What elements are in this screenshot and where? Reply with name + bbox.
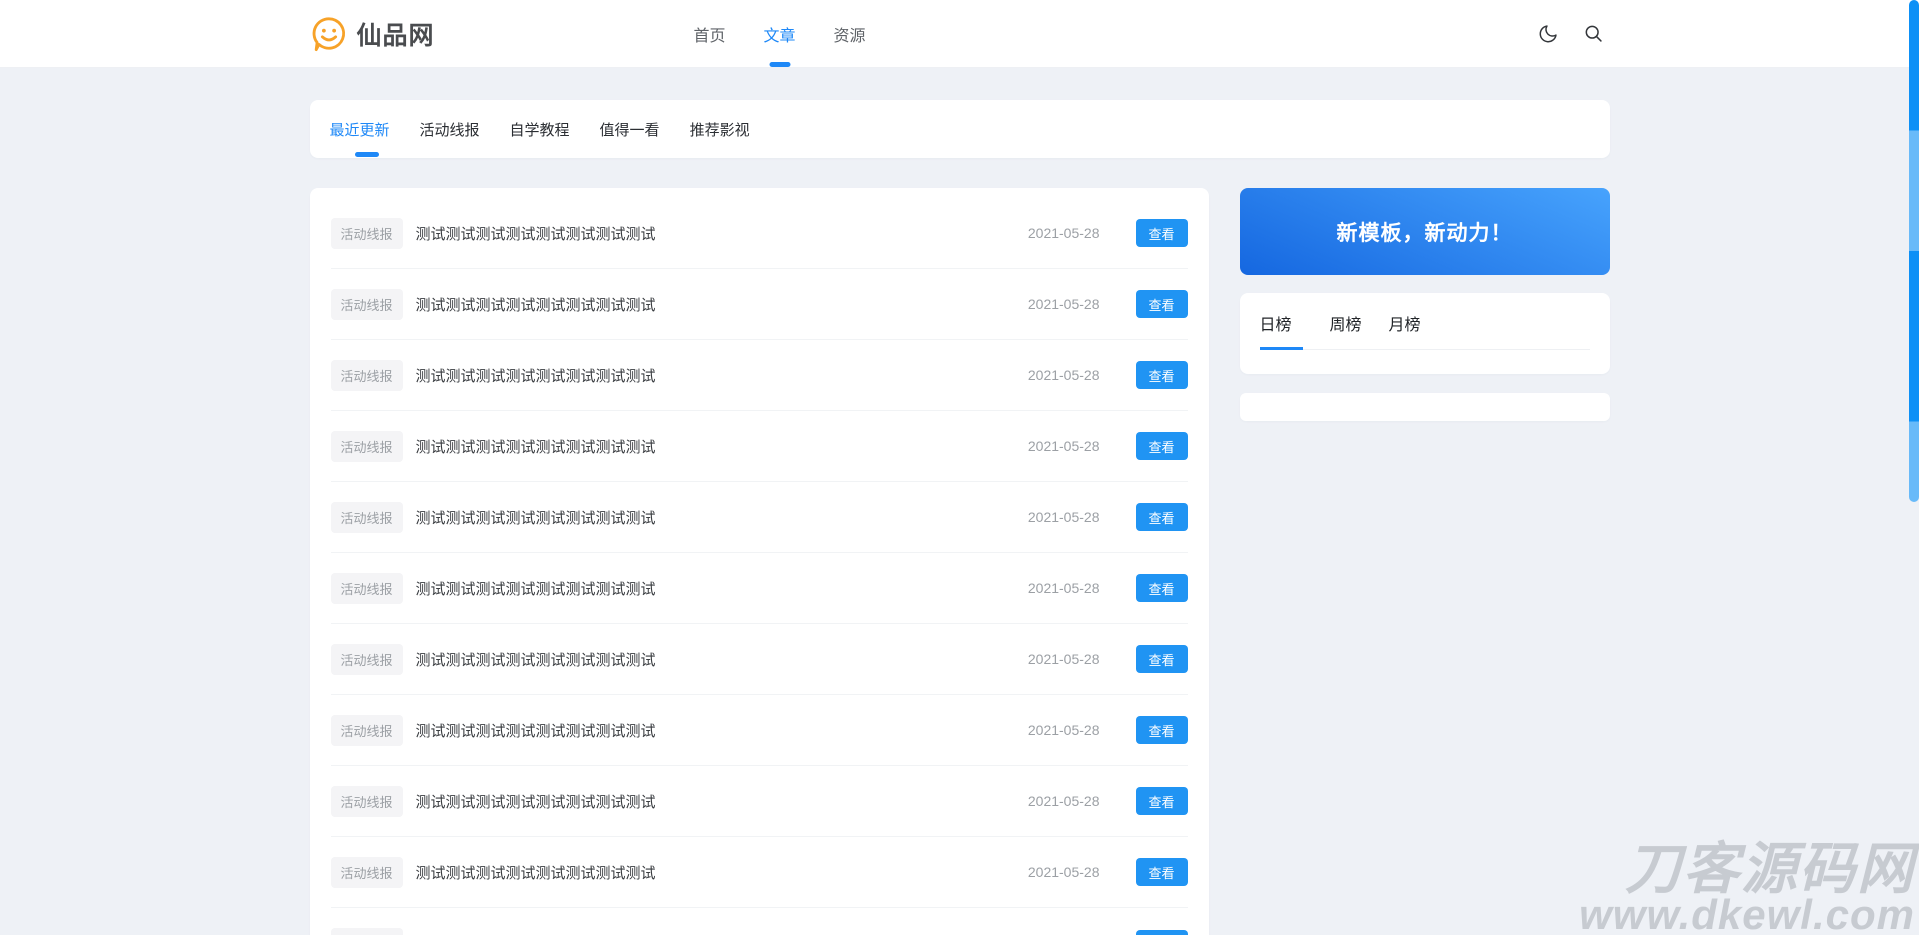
article-date: 2021-05-28 bbox=[1028, 651, 1100, 667]
empty-placeholder-card bbox=[1240, 393, 1610, 421]
view-button[interactable]: 查看 bbox=[1136, 858, 1188, 886]
article-title-link[interactable]: 测试测试测试测试测试测试测试测试 bbox=[416, 578, 1028, 599]
article-title-link[interactable]: 测试测试测试测试测试测试测试测试 bbox=[416, 436, 1028, 457]
site-watermark: 刀客源码网 www.dkewl.com bbox=[1579, 842, 1915, 935]
nav-item-articles[interactable]: 文章 bbox=[745, 0, 815, 67]
promo-banner[interactable]: 新模板，新动力！ bbox=[1240, 188, 1610, 275]
article-category-tag[interactable]: 活动线报 bbox=[331, 786, 403, 817]
article-category-tag[interactable]: 活动线报 bbox=[331, 928, 403, 935]
article-title-link[interactable]: 测试测试测试测试测试测试测试测试 bbox=[416, 862, 1028, 883]
tab-recent-updates[interactable]: 最近更新 bbox=[330, 100, 405, 158]
article-date: 2021-05-28 bbox=[1028, 225, 1100, 241]
article-date: 2021-05-28 bbox=[1028, 438, 1100, 454]
article-row: 活动线报 测试测试测试测试测试测试测试测试 2021-05-28 查看 bbox=[331, 482, 1188, 553]
brand-name: 仙品网 bbox=[357, 16, 435, 52]
view-button[interactable]: 查看 bbox=[1136, 930, 1188, 935]
article-list-card: 活动线报 测试测试测试测试测试测试测试测试 2021-05-28 查看 活动线报… bbox=[310, 188, 1209, 935]
main-nav: 首页 文章 资源 bbox=[675, 0, 885, 67]
rank-tab-weekly[interactable]: 周榜 bbox=[1330, 311, 1362, 350]
smiley-bubble-icon bbox=[310, 15, 348, 53]
article-title-link[interactable]: 测试测试测试测试测试测试测试测试 bbox=[416, 223, 1028, 244]
article-date: 2021-05-28 bbox=[1028, 296, 1100, 312]
article-date: 2021-05-28 bbox=[1028, 580, 1100, 596]
article-row: 活动线报 测试测试测试测试测试测试测试测试 2021-05-28 查看 bbox=[331, 411, 1188, 482]
article-title-link[interactable]: 测试测试测试测试测试测试测试测试 bbox=[416, 720, 1028, 741]
watermark-url: www.dkewl.com bbox=[1579, 895, 1915, 935]
article-row: 活动线报 测试测试测试测试测试测试测试测试 2021-05-28 查看 bbox=[331, 837, 1188, 908]
article-category-tag[interactable]: 活动线报 bbox=[331, 715, 403, 746]
tab-self-study[interactable]: 自学教程 bbox=[495, 100, 585, 158]
view-button[interactable]: 查看 bbox=[1136, 787, 1188, 815]
search-icon[interactable] bbox=[1583, 23, 1604, 44]
view-button[interactable]: 查看 bbox=[1136, 716, 1188, 744]
article-category-tag[interactable]: 活动线报 bbox=[331, 289, 403, 320]
article-date: 2021-05-28 bbox=[1028, 367, 1100, 383]
site-logo[interactable]: 仙品网 bbox=[310, 15, 435, 53]
tab-worth-a-look[interactable]: 值得一看 bbox=[585, 100, 675, 158]
article-row: 活动线报 测试测试测试测试测试测试测试测试 2021-05-28 查看 bbox=[331, 695, 1188, 766]
view-button[interactable]: 查看 bbox=[1136, 503, 1188, 531]
article-row: 活动线报 测试测试测试测试测试测试测试测试 2021-05-28 查看 bbox=[331, 908, 1188, 935]
article-row: 活动线报 测试测试测试测试测试测试测试测试 2021-05-28 查看 bbox=[331, 198, 1188, 269]
view-button[interactable]: 查看 bbox=[1136, 361, 1188, 389]
article-title-link[interactable]: 测试测试测试测试测试测试测试测试 bbox=[416, 649, 1028, 670]
article-category-tag[interactable]: 活动线报 bbox=[331, 502, 403, 533]
article-row: 活动线报 测试测试测试测试测试测试测试测试 2021-05-28 查看 bbox=[331, 624, 1188, 695]
article-date: 2021-05-28 bbox=[1028, 722, 1100, 738]
category-tab-bar: 最近更新 活动线报 自学教程 值得一看 推荐影视 bbox=[310, 100, 1610, 158]
ranking-card: 日榜 周榜 月榜 bbox=[1240, 293, 1610, 374]
article-date: 2021-05-28 bbox=[1028, 509, 1100, 525]
article-date: 2021-05-28 bbox=[1028, 793, 1100, 809]
header: 仙品网 首页 文章 资源 bbox=[0, 0, 1919, 68]
tab-activity-news[interactable]: 活动线报 bbox=[405, 100, 495, 158]
promo-banner-text: 新模板，新动力！ bbox=[1337, 217, 1513, 247]
view-button[interactable]: 查看 bbox=[1136, 219, 1188, 247]
article-title-link[interactable]: 测试测试测试测试测试测试测试测试 bbox=[416, 294, 1028, 315]
view-button[interactable]: 查看 bbox=[1136, 432, 1188, 460]
article-row: 活动线报 测试测试测试测试测试测试测试测试 2021-05-28 查看 bbox=[331, 340, 1188, 411]
article-title-link[interactable]: 测试测试测试测试测试测试测试测试 bbox=[416, 365, 1028, 386]
article-category-tag[interactable]: 活动线报 bbox=[331, 431, 403, 462]
dark-mode-moon-icon[interactable] bbox=[1538, 23, 1559, 44]
article-category-tag[interactable]: 活动线报 bbox=[331, 218, 403, 249]
view-button[interactable]: 查看 bbox=[1136, 290, 1188, 318]
article-date: 2021-05-28 bbox=[1028, 864, 1100, 880]
view-button[interactable]: 查看 bbox=[1136, 645, 1188, 673]
article-category-tag[interactable]: 活动线报 bbox=[331, 360, 403, 391]
article-row: 活动线报 测试测试测试测试测试测试测试测试 2021-05-28 查看 bbox=[331, 269, 1188, 340]
article-title-link[interactable]: 测试测试测试测试测试测试测试测试 bbox=[416, 507, 1028, 528]
scrollbar-thumb[interactable] bbox=[1909, 0, 1919, 502]
article-category-tag[interactable]: 活动线报 bbox=[331, 857, 403, 888]
nav-item-home[interactable]: 首页 bbox=[675, 0, 745, 67]
ranking-tab-bar: 日榜 周榜 月榜 bbox=[1260, 311, 1590, 350]
rank-tab-monthly[interactable]: 月榜 bbox=[1389, 311, 1421, 350]
tab-recommended-films[interactable]: 推荐影视 bbox=[675, 100, 765, 158]
article-category-tag[interactable]: 活动线报 bbox=[331, 573, 403, 604]
watermark-title: 刀客源码网 bbox=[1579, 842, 1915, 895]
article-row: 活动线报 测试测试测试测试测试测试测试测试 2021-05-28 查看 bbox=[331, 553, 1188, 624]
article-title-link[interactable]: 测试测试测试测试测试测试测试测试 bbox=[416, 791, 1028, 812]
article-category-tag[interactable]: 活动线报 bbox=[331, 644, 403, 675]
rank-tab-daily[interactable]: 日榜 bbox=[1260, 311, 1303, 350]
article-row: 活动线报 测试测试测试测试测试测试测试测试 2021-05-28 查看 bbox=[331, 766, 1188, 837]
nav-item-resources[interactable]: 资源 bbox=[815, 0, 885, 67]
header-icons bbox=[1538, 23, 1610, 44]
view-button[interactable]: 查看 bbox=[1136, 574, 1188, 602]
sidebar: 新模板，新动力！ 日榜 周榜 月榜 bbox=[1240, 188, 1610, 421]
